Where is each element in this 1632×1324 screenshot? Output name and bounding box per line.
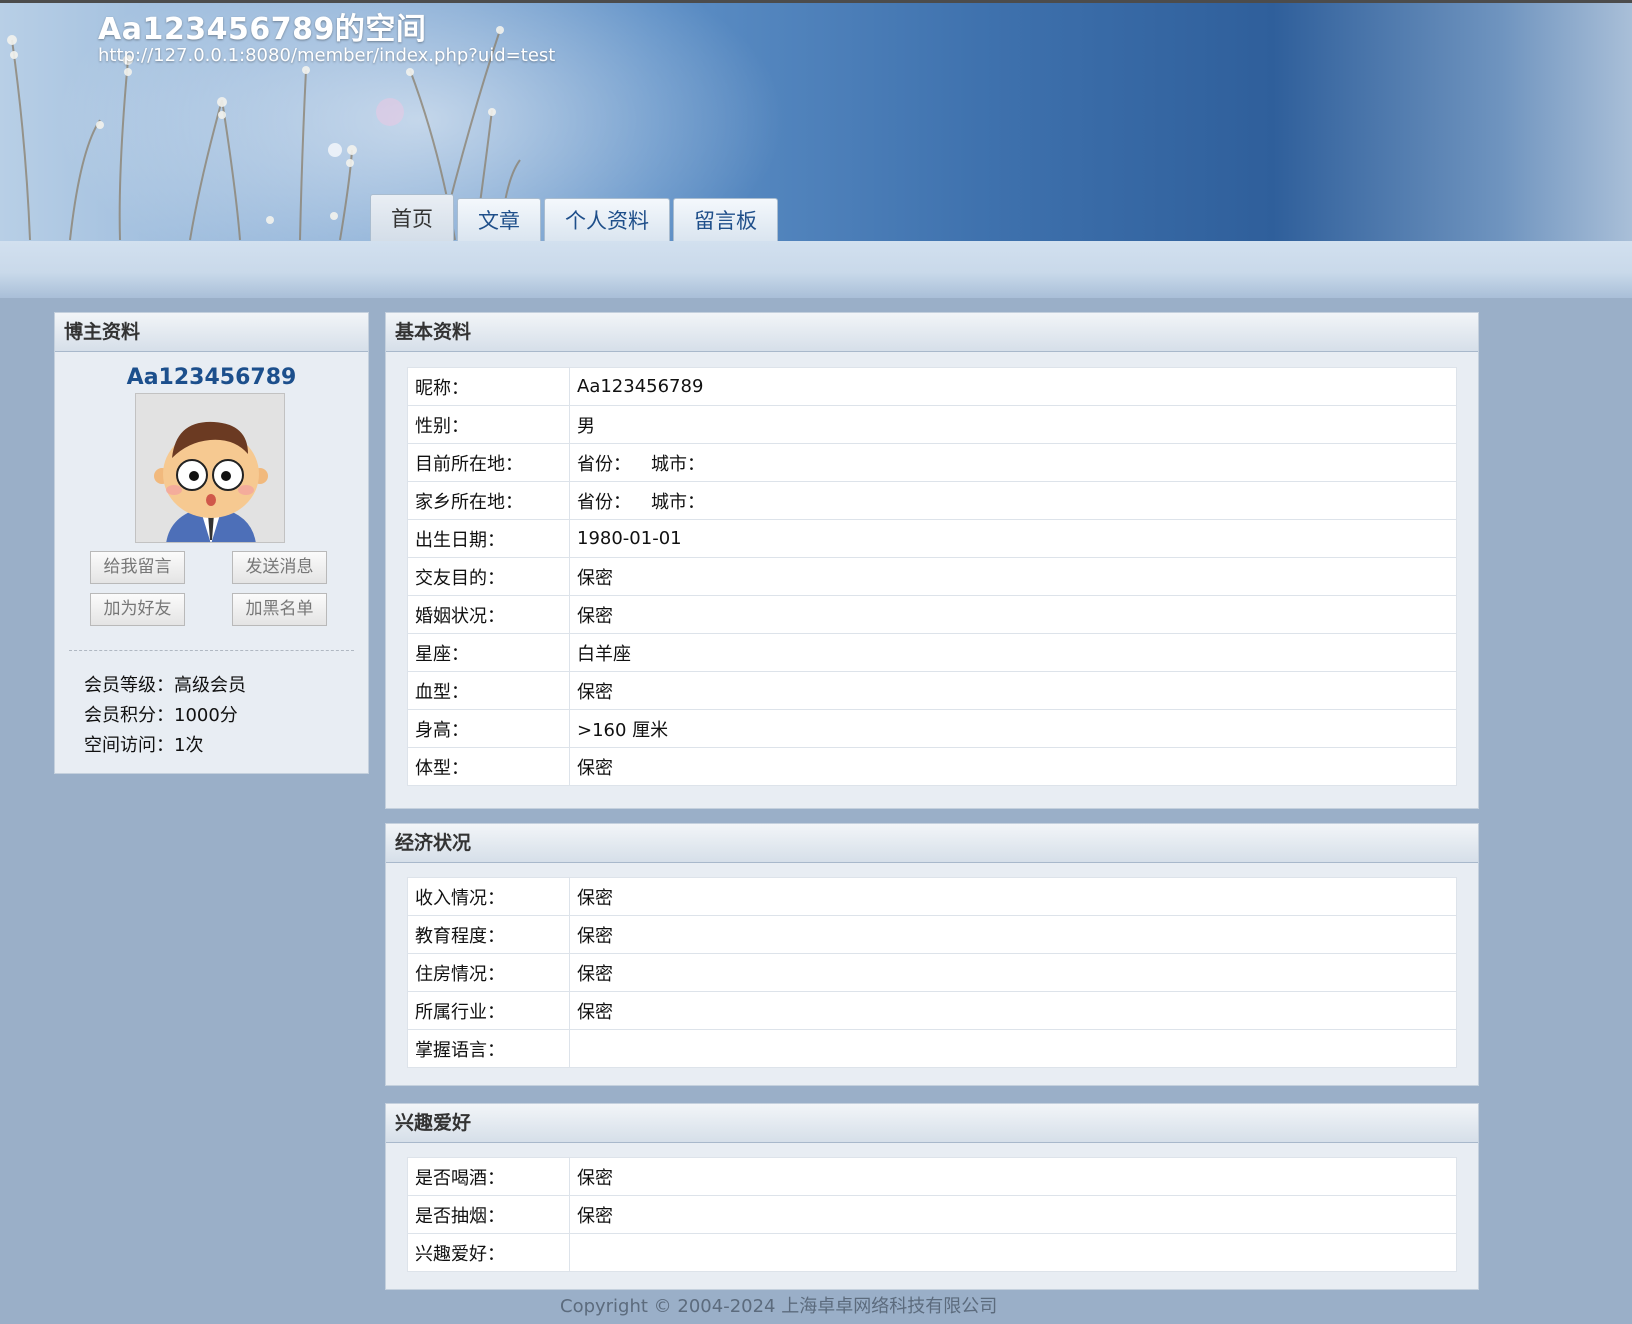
tab-articles[interactable]: 文章 [457,198,541,243]
blogger-profile-heading: 博主资料 [55,313,368,352]
avatar[interactable] [135,393,285,543]
send-message-button[interactable]: 发送消息 [232,551,327,584]
divider [69,650,354,651]
row-value: 保密 [569,877,1457,916]
row-label: 兴趣爱好： [407,1233,570,1272]
row-label: 是否喝酒： [407,1157,570,1196]
table-row: 是否抽烟： 保密 [407,1195,1457,1234]
row-label: 收入情况： [407,877,570,916]
header-band [0,241,1632,298]
row-value: 保密 [569,557,1457,596]
row-value: >160 厘米 [569,709,1457,748]
row-value: 保密 [569,747,1457,786]
table-row: 体型： 保密 [407,747,1457,786]
table-row: 掌握语言： [407,1029,1457,1068]
row-value: 保密 [569,953,1457,992]
hobbies-panel: 兴趣爱好 是否喝酒： 保密 是否抽烟： 保密 兴趣爱好： [385,1103,1479,1290]
row-value: 省份： 城市： [569,443,1457,482]
basic-info-heading: 基本资料 [386,313,1478,352]
row-value [569,1233,1457,1272]
row-label: 出生日期： [407,519,570,558]
table-row: 家乡所在地： 省份： 城市： [407,481,1457,520]
row-label: 昵称： [407,367,570,406]
row-label: 所属行业： [407,991,570,1030]
row-label: 血型： [407,671,570,710]
table-row: 目前所在地： 省份： 城市： [407,443,1457,482]
member-points: 会员积分：1000分 [84,705,238,726]
row-value: 保密 [569,915,1457,954]
province-label: 省份： [577,453,631,475]
table-row: 收入情况： 保密 [407,877,1457,916]
row-value: 1980-01-01 [569,519,1457,558]
row-label: 住房情况： [407,953,570,992]
table-row: 交友目的： 保密 [407,557,1457,596]
economy-table: 收入情况： 保密 教育程度： 保密 住房情况： 保密 所属行业： 保密 掌握语言… [407,877,1457,1068]
member-level: 会员等级：高级会员 [84,675,246,696]
space-url[interactable]: http://127.0.0.1:8080/member/index.php?u… [98,45,555,66]
table-row: 身高： >160 厘米 [407,709,1457,748]
province-label: 省份： [577,491,631,513]
row-label: 性别： [407,405,570,444]
row-label: 掌握语言： [407,1029,570,1068]
add-friend-button[interactable]: 加为好友 [90,593,185,626]
basic-info-table: 昵称： Aa123456789 性别： 男 目前所在地： 省份： 城市： 家乡所在… [407,367,1457,786]
table-row: 住房情况： 保密 [407,953,1457,992]
avatar-cartoon-icon [154,421,268,542]
row-label: 目前所在地： [407,443,570,482]
space-visits: 空间访问：1次 [84,735,204,756]
add-blacklist-button[interactable]: 加黑名单 [232,593,327,626]
economy-heading: 经济状况 [386,824,1478,863]
table-row: 血型： 保密 [407,671,1457,710]
tab-profile[interactable]: 个人资料 [544,198,670,243]
leave-message-button[interactable]: 给我留言 [90,551,185,584]
row-value: 保密 [569,671,1457,710]
row-label: 体型： [407,747,570,786]
blogger-profile-panel: 博主资料 Aa123456789 给我留言 发送消息 加为好友 加黑名单 会员等… [54,312,369,774]
hobbies-table: 是否喝酒： 保密 是否抽烟： 保密 兴趣爱好： [407,1157,1457,1272]
table-row: 婚姻状况： 保密 [407,595,1457,634]
city-label: 城市： [651,491,705,513]
table-row: 星座： 白羊座 [407,633,1457,672]
row-value: 白羊座 [569,633,1457,672]
main-nav-tabs: 首页 文章 个人资料 留言板 [370,194,781,243]
table-row: 性别： 男 [407,405,1457,444]
row-label: 星座： [407,633,570,672]
hobbies-heading: 兴趣爱好 [386,1104,1478,1143]
space-title: Aa123456789的空间 [98,12,427,47]
city-label: 城市： [651,453,705,475]
table-row: 兴趣爱好： [407,1233,1457,1272]
row-value: Aa123456789 [569,367,1457,406]
blogger-name[interactable]: Aa123456789 [55,365,368,390]
row-value: 保密 [569,1195,1457,1234]
tab-home[interactable]: 首页 [370,194,454,243]
row-value: 保密 [569,595,1457,634]
table-row: 是否喝酒： 保密 [407,1157,1457,1196]
row-value [569,1029,1457,1068]
economy-panel: 经济状况 收入情况： 保密 教育程度： 保密 住房情况： 保密 所属行业： 保密… [385,823,1479,1086]
row-label: 教育程度： [407,915,570,954]
table-row: 出生日期： 1980-01-01 [407,519,1457,558]
space-header: Aa123456789的空间 http://127.0.0.1:8080/mem… [0,0,1632,298]
table-row: 教育程度： 保密 [407,915,1457,954]
table-row: 所属行业： 保密 [407,991,1457,1030]
footer-copyright: Copyright © 2004-2024 上海卓卓网络科技有限公司 [560,1296,998,1317]
table-row: 昵称： Aa123456789 [407,367,1457,406]
row-value: 保密 [569,991,1457,1030]
basic-info-panel: 基本资料 昵称： Aa123456789 性别： 男 目前所在地： 省份： 城市：… [385,312,1479,809]
row-label: 是否抽烟： [407,1195,570,1234]
row-value: 男 [569,405,1457,444]
row-value: 保密 [569,1157,1457,1196]
row-label: 交友目的： [407,557,570,596]
tab-guestbook[interactable]: 留言板 [673,198,778,243]
row-label: 婚姻状况： [407,595,570,634]
row-label: 家乡所在地： [407,481,570,520]
row-label: 身高： [407,709,570,748]
row-value: 省份： 城市： [569,481,1457,520]
